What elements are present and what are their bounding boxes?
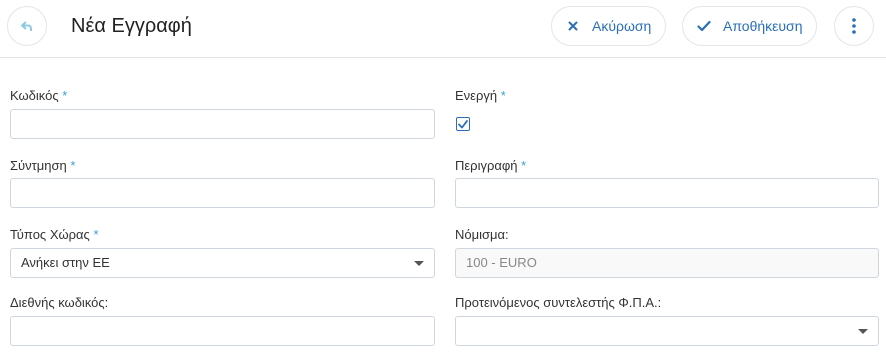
code-label: Κωδικός * — [10, 88, 68, 103]
active-checkbox[interactable] — [456, 117, 470, 131]
chevron-down-icon — [414, 261, 424, 266]
vat-rate-select[interactable] — [455, 316, 879, 346]
description-input[interactable] — [455, 178, 879, 208]
back-button[interactable] — [7, 6, 47, 46]
country-type-value: Ανήκει στην ΕΕ — [21, 255, 110, 270]
required-marker: * — [500, 88, 506, 103]
checkmark-icon — [458, 119, 468, 129]
back-arrow-icon — [20, 19, 34, 33]
cancel-button-label: Ακύρωση — [592, 18, 652, 34]
active-label: Ενεργή * — [455, 88, 506, 103]
currency-input: 100 - EURO — [455, 248, 879, 278]
code-input[interactable] — [10, 109, 435, 139]
required-marker: * — [93, 227, 99, 242]
cancel-button[interactable]: Ακύρωση — [551, 6, 666, 46]
currency-label: Νόμισμα: — [455, 227, 509, 242]
abbreviation-input[interactable] — [10, 178, 435, 208]
more-vertical-icon — [852, 18, 856, 34]
intl-code-input[interactable] — [10, 316, 435, 346]
required-marker: * — [70, 158, 76, 173]
chevron-down-icon — [858, 329, 868, 334]
save-button[interactable]: Αποθήκευση — [682, 6, 817, 46]
description-label: Περιγραφή * — [455, 158, 527, 173]
page-header: Νέα Εγγραφή Ακύρωση Αποθήκευση — [0, 0, 886, 58]
save-button-label: Αποθήκευση — [723, 18, 803, 34]
intl-code-label: Διεθνής κωδικός: — [10, 295, 109, 310]
check-icon — [697, 19, 711, 33]
abbreviation-label: Σύντμηση * — [10, 158, 76, 173]
country-type-label: Τύπος Χώρας * — [10, 227, 99, 242]
close-icon — [566, 19, 580, 33]
required-marker: * — [62, 88, 68, 103]
required-marker: * — [521, 158, 527, 173]
more-options-button[interactable] — [834, 6, 874, 46]
vat-rate-label: Προτεινόμενος συντελεστής Φ.Π.Α.: — [455, 295, 662, 310]
page-title: Νέα Εγγραφή — [71, 15, 192, 37]
country-type-select[interactable]: Ανήκει στην ΕΕ — [10, 248, 435, 278]
